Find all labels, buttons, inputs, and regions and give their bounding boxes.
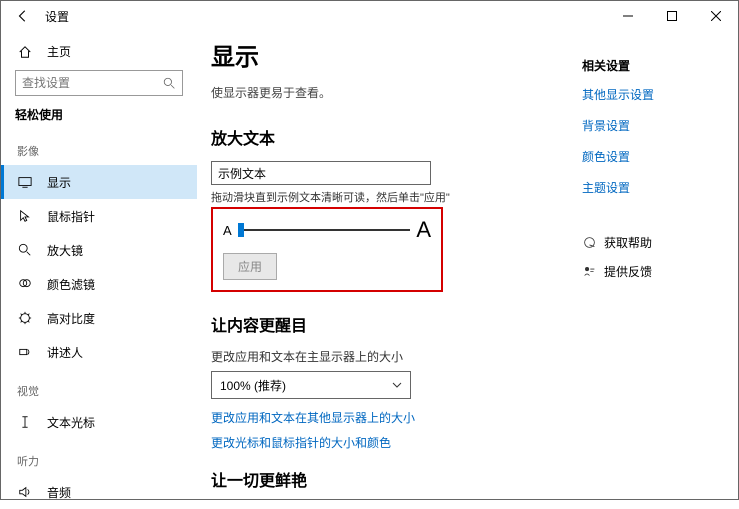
section-label-vision: 影像	[1, 129, 197, 165]
magnifier-icon	[17, 243, 33, 257]
slider-track[interactable]	[238, 229, 411, 231]
section-label-hearing: 听力	[1, 439, 197, 475]
related-settings: 相关设置 其他显示设置 背景设置 颜色设置 主题设置 获取帮助 提供反馈	[582, 31, 738, 499]
nav-label: 音频	[47, 484, 71, 501]
slider-hint: 拖动滑块直到示例文本清晰可读，然后单击"应用"	[211, 189, 578, 205]
heading-salient: 让内容更醒目	[211, 312, 578, 336]
text-size-slider[interactable]: A A	[223, 217, 431, 243]
app-name: 轻松使用	[1, 106, 197, 129]
feedback-label: 提供反馈	[604, 263, 652, 280]
home-icon	[17, 45, 33, 59]
textcursor-icon	[17, 415, 33, 429]
search-icon	[163, 77, 176, 90]
link-background-settings[interactable]: 背景设置	[582, 117, 728, 134]
page-title: 显示	[211, 37, 578, 72]
nav-label: 颜色滤镜	[47, 276, 95, 293]
cursor-icon	[17, 209, 33, 223]
scale-value: 100% (推荐)	[220, 377, 286, 394]
contrast-icon	[17, 311, 33, 325]
close-button[interactable]	[694, 1, 738, 31]
nav-display[interactable]: 显示	[1, 165, 197, 199]
nav-label: 显示	[47, 174, 71, 191]
home-button[interactable]: 主页	[1, 37, 197, 70]
feedback-icon	[582, 265, 596, 278]
feedback-link[interactable]: 提供反馈	[582, 263, 728, 280]
help-icon	[582, 236, 596, 249]
main-content: 显示 使显示器更易于查看。 放大文本 示例文本 拖动滑块直到示例文本清晰可读，然…	[197, 31, 582, 499]
help-label: 获取帮助	[604, 234, 652, 251]
small-a-icon: A	[223, 223, 232, 238]
heading-enlarge-text: 放大文本	[211, 125, 578, 149]
nav-cursor[interactable]: 鼠标指针	[1, 199, 197, 233]
narrator-icon	[17, 345, 33, 359]
nav-audio[interactable]: 音频	[1, 475, 197, 509]
link-color-settings[interactable]: 颜色设置	[582, 148, 728, 165]
nav-label: 放大镜	[47, 242, 83, 259]
link-theme-settings[interactable]: 主题设置	[582, 179, 728, 196]
apply-button[interactable]: 应用	[223, 253, 277, 280]
section-label-visual: 视觉	[1, 369, 197, 405]
sample-text: 示例文本	[218, 165, 266, 182]
nav-contrast[interactable]: 高对比度	[1, 301, 197, 335]
page-desc: 使显示器更易于查看。	[211, 84, 578, 101]
link-other-display-settings[interactable]: 其他显示设置	[582, 86, 728, 103]
big-a-icon: A	[416, 217, 431, 243]
nav-magnifier[interactable]: 放大镜	[1, 233, 197, 267]
related-header: 相关设置	[582, 57, 728, 74]
sidebar: 主页 轻松使用 影像 显示 鼠标指针 放大镜 颜色滤镜 高对比度	[1, 31, 197, 499]
nav-colorfilter[interactable]: 颜色滤镜	[1, 267, 197, 301]
search-field[interactable]	[22, 76, 142, 90]
home-label: 主页	[47, 43, 71, 60]
nav-textcursor[interactable]: 文本光标	[1, 405, 197, 439]
sample-text-box: 示例文本	[211, 161, 431, 185]
scale-dropdown[interactable]: 100% (推荐)	[211, 371, 411, 399]
back-button[interactable]	[15, 8, 31, 24]
window-title: 设置	[45, 8, 69, 25]
nav-label: 高对比度	[47, 310, 95, 327]
link-other-displays[interactable]: 更改应用和文本在其他显示器上的大小	[211, 409, 578, 426]
search-input[interactable]	[15, 70, 183, 96]
audio-icon	[17, 485, 33, 499]
chevron-down-icon	[392, 380, 402, 390]
nav-narrator[interactable]: 讲述人	[1, 335, 197, 369]
nav-label: 讲述人	[47, 344, 83, 361]
scale-label: 更改应用和文本在主显示器上的大小	[211, 348, 578, 365]
display-icon	[17, 175, 33, 189]
heading-vivid: 让一切更鲜艳	[211, 467, 578, 491]
maximize-button[interactable]	[650, 1, 694, 31]
colorfilter-icon	[17, 277, 33, 291]
highlight-region: A A 应用	[211, 207, 443, 292]
nav-label: 文本光标	[47, 414, 95, 431]
nav-label: 鼠标指针	[47, 208, 95, 225]
help-link[interactable]: 获取帮助	[582, 234, 728, 251]
minimize-button[interactable]	[606, 1, 650, 31]
slider-thumb[interactable]	[238, 223, 244, 237]
link-cursor-size[interactable]: 更改光标和鼠标指针的大小和颜色	[211, 434, 578, 451]
